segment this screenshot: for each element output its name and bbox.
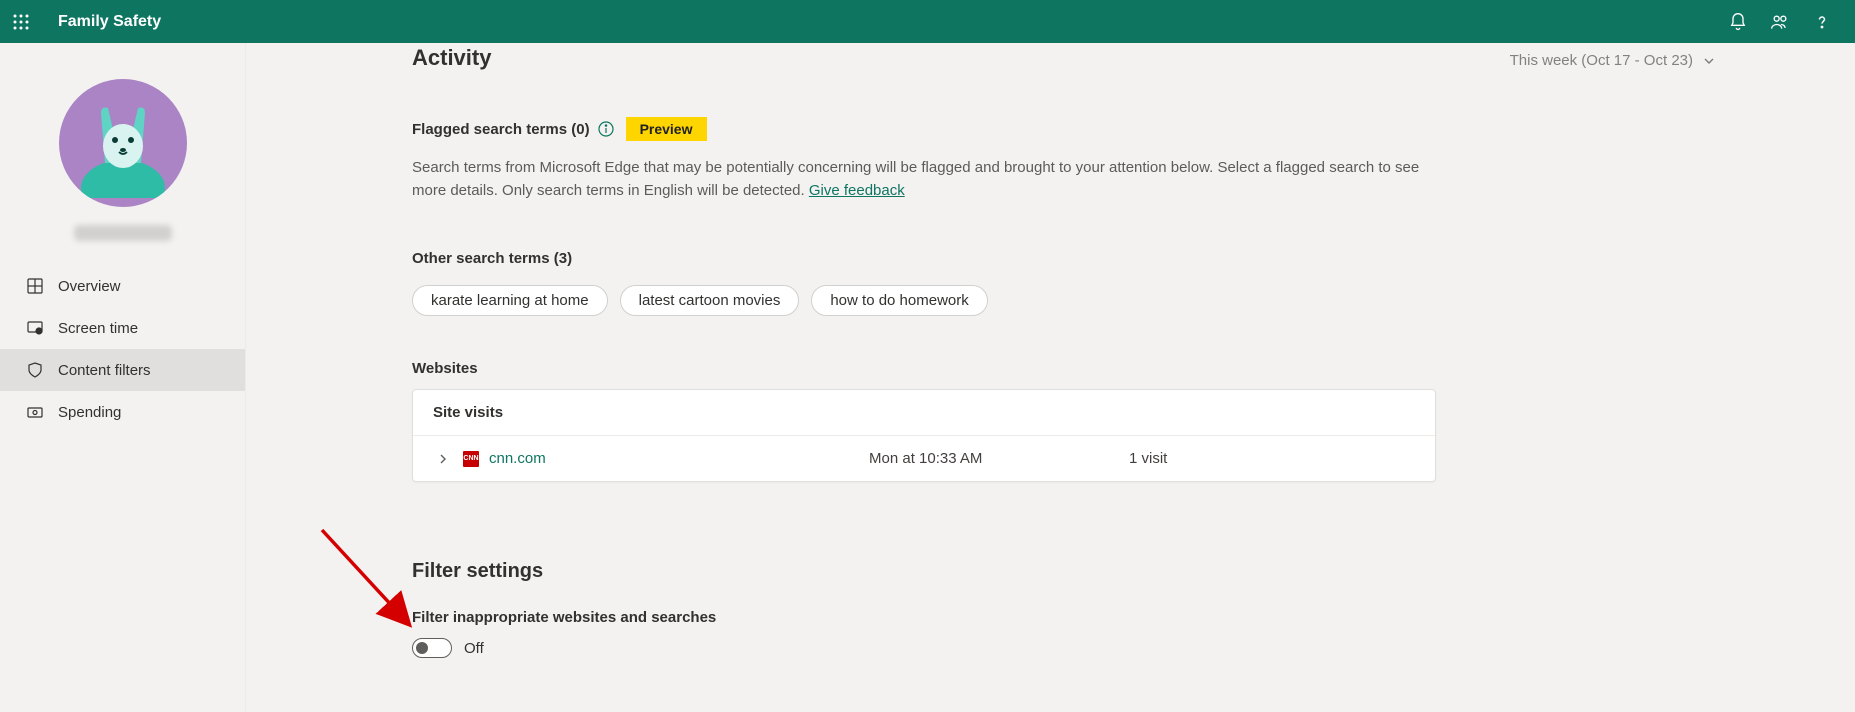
notifications-icon[interactable] xyxy=(1717,0,1759,43)
site-visits-card: Site visits CNN cnn.com Mon at 10:33 AM … xyxy=(412,389,1436,482)
sidebar: Overview Screen time Content filters Spe… xyxy=(0,43,246,712)
sidebar-item-label: Content filters xyxy=(58,362,151,379)
site-visits-header: Site visits xyxy=(413,390,1435,436)
chevron-right-icon[interactable] xyxy=(433,454,453,464)
flagged-search-heading: Flagged search terms (0) Preview xyxy=(412,117,1855,141)
family-group-icon[interactable] xyxy=(1759,0,1801,43)
chevron-down-icon xyxy=(1703,55,1715,67)
give-feedback-link[interactable]: Give feedback xyxy=(809,182,905,199)
screen-time-icon xyxy=(26,319,44,337)
spending-icon xyxy=(26,403,44,421)
profile-name xyxy=(74,225,172,241)
filter-toggle[interactable] xyxy=(412,638,452,658)
search-term-chip[interactable]: how to do homework xyxy=(811,285,987,316)
app-title: Family Safety xyxy=(58,13,161,31)
help-icon[interactable] xyxy=(1801,0,1843,43)
other-search-terms-heading: Other search terms (3) xyxy=(412,250,1855,267)
search-term-chip[interactable]: karate learning at home xyxy=(412,285,608,316)
sidebar-item-content-filters[interactable]: Content filters xyxy=(0,349,245,391)
filter-sub-heading: Filter inappropriate websites and search… xyxy=(412,609,1855,626)
search-term-chip[interactable]: latest cartoon movies xyxy=(620,285,800,316)
app-launcher-icon[interactable] xyxy=(12,13,30,31)
info-icon[interactable] xyxy=(598,121,614,137)
app-header: Family Safety xyxy=(0,0,1855,43)
overview-icon xyxy=(26,277,44,295)
site-favicon: CNN xyxy=(463,451,479,467)
site-domain[interactable]: cnn.com xyxy=(489,450,869,467)
preview-badge: Preview xyxy=(626,117,707,141)
sidebar-item-label: Overview xyxy=(58,278,121,295)
main-content: Activity This week (Oct 17 - Oct 23) Fla… xyxy=(412,43,1855,712)
site-timestamp: Mon at 10:33 AM xyxy=(869,450,1129,467)
sidebar-item-label: Spending xyxy=(58,404,121,421)
site-visit-row[interactable]: CNN cnn.com Mon at 10:33 AM 1 visit xyxy=(413,436,1435,481)
sidebar-item-label: Screen time xyxy=(58,320,138,337)
toggle-state-label: Off xyxy=(464,640,484,657)
filter-settings-heading: Filter settings xyxy=(412,560,1855,583)
activity-heading: Activity xyxy=(412,45,491,71)
sidebar-item-spending[interactable]: Spending xyxy=(0,391,245,433)
sidebar-item-screen-time[interactable]: Screen time xyxy=(0,307,245,349)
flagged-description: Search terms from Microsoft Edge that ma… xyxy=(412,157,1422,202)
websites-heading: Websites xyxy=(412,360,1855,377)
profile-avatar[interactable] xyxy=(59,79,187,207)
site-visit-count: 1 visit xyxy=(1129,450,1167,467)
date-range-selector[interactable]: This week (Oct 17 - Oct 23) xyxy=(1510,52,1715,69)
sidebar-item-overview[interactable]: Overview xyxy=(0,265,245,307)
annotation-arrow xyxy=(317,525,437,645)
shield-icon xyxy=(26,361,44,379)
